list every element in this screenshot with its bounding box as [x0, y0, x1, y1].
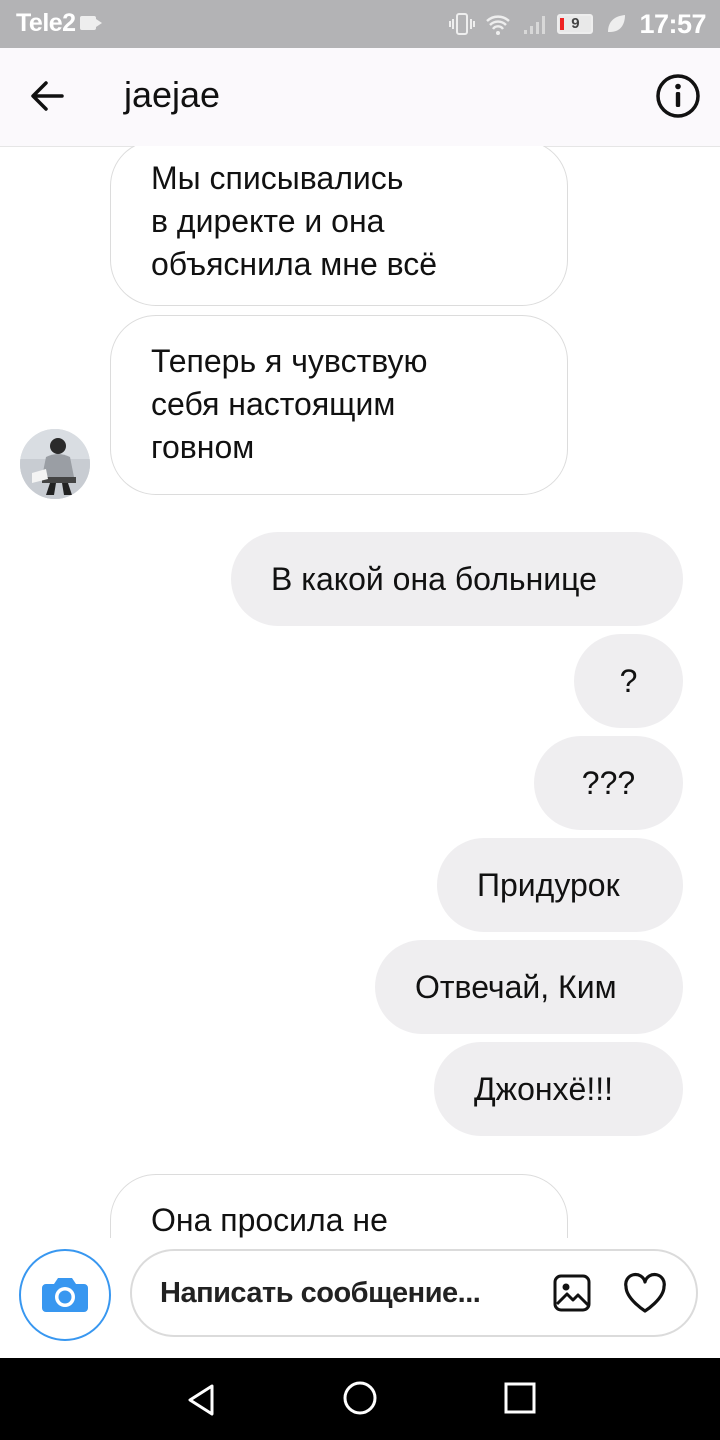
message-list[interactable]: Мы списывались в директе и она объяснила…	[0, 146, 720, 1238]
message-bubble-outgoing[interactable]: ???	[534, 736, 683, 830]
battery-level: 9	[571, 15, 580, 32]
chat-title[interactable]: jaejae	[124, 74, 220, 116]
message-text: Теперь я чувствую себя настоящим говном	[151, 343, 428, 465]
nav-recent-apps-icon[interactable]	[502, 1380, 538, 1416]
message-bubble-incoming[interactable]: Она просила не	[110, 1174, 568, 1238]
message-text: Она просила не	[151, 1202, 388, 1238]
chat-header: jaejae	[0, 48, 720, 147]
info-icon[interactable]	[654, 72, 702, 120]
message-bubble-outgoing[interactable]: Отвечай, Ким	[375, 940, 683, 1034]
message-bubble-incoming[interactable]: Теперь я чувствую себя настоящим говном	[110, 315, 568, 495]
message-composer: Написать сообщение...	[0, 1238, 720, 1358]
message-text: В какой она больнице	[271, 561, 597, 597]
status-bar: Tele2 9 17:57	[0, 0, 720, 48]
message-text: Мы списывались в директе и она объяснила…	[151, 160, 438, 282]
message-bubble-incoming[interactable]: Мы списывались в директе и она объяснила…	[110, 146, 568, 306]
message-text: Придурок	[477, 867, 620, 903]
message-text: Джонхё!!!	[474, 1071, 614, 1107]
nav-back-icon[interactable]	[182, 1380, 222, 1420]
avatar-image	[20, 429, 90, 499]
camera-button[interactable]	[19, 1249, 111, 1341]
message-text: Отвечай, Ким	[415, 969, 617, 1005]
screen-record-icon	[80, 16, 102, 30]
status-icons: 9 17:57	[449, 8, 706, 40]
power-saving-icon	[608, 15, 626, 32]
message-input-placeholder: Написать сообщение...	[160, 1277, 481, 1309]
image-icon[interactable]	[552, 1273, 592, 1313]
vibrate-icon	[449, 13, 476, 35]
message-bubble-outgoing[interactable]: В какой она больнице	[231, 532, 683, 626]
system-nav-bar	[0, 1358, 720, 1440]
heart-icon[interactable]	[622, 1271, 668, 1317]
wifi-icon	[486, 15, 511, 35]
clock: 17:57	[639, 8, 706, 39]
signal-icon	[524, 16, 546, 34]
message-bubble-outgoing[interactable]: Джонхё!!!	[434, 1042, 683, 1136]
message-bubble-outgoing[interactable]: ?	[574, 634, 683, 728]
arrow-left-icon[interactable]	[26, 74, 70, 118]
nav-home-icon[interactable]	[340, 1378, 380, 1418]
message-text: ???	[581, 765, 636, 801]
carrier-label: Tele2	[16, 9, 76, 37]
message-input[interactable]: Написать сообщение...	[130, 1249, 698, 1337]
avatar[interactable]	[20, 429, 90, 499]
camera-icon	[24, 1254, 106, 1336]
message-text: ?	[619, 663, 638, 699]
message-bubble-outgoing[interactable]: Придурок	[437, 838, 683, 932]
battery-indicator: 9	[557, 14, 594, 34]
